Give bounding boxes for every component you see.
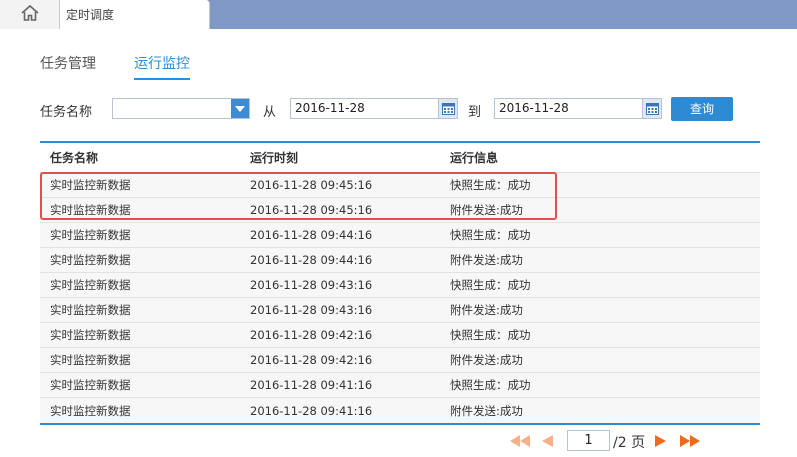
task-name-label: 任务名称 — [40, 105, 93, 120]
home-icon — [20, 4, 40, 25]
tab-run-monitor[interactable]: 运行监控 — [134, 54, 190, 80]
task-name-select[interactable] — [112, 98, 250, 119]
cell-run-info: 附件发送:成功 — [450, 403, 523, 418]
cell-task-name: 实时监控新数据 — [50, 228, 131, 242]
table-row[interactable]: 实时监控新数据 2016-11-28 09:43:16 快照生成：成功 — [40, 273, 760, 298]
cell-run-time: 2016-11-28 09:44:16 — [250, 253, 373, 267]
to-date-field[interactable]: 2016-11-28 — [494, 98, 662, 119]
cell-run-time: 2016-11-28 09:43:16 — [250, 303, 373, 317]
cell-run-info: 快照生成：成功 — [450, 328, 531, 342]
first-page-icon[interactable] — [510, 432, 530, 450]
from-date-field[interactable]: 2016-11-28 — [290, 98, 458, 119]
table-row[interactable]: 实时监控新数据 2016-11-28 09:42:16 附件发送:成功 — [40, 348, 760, 373]
cell-task-name: 实时监控新数据 — [50, 378, 131, 392]
header-run-info[interactable]: 运行信息 — [440, 149, 760, 166]
next-page-icon[interactable] — [650, 432, 670, 450]
top-bar: 定时调度 — [0, 0, 797, 29]
cell-run-info: 附件发送:成功 — [450, 303, 523, 317]
table-row[interactable]: 实时监控新数据 2016-11-28 09:42:16 快照生成：成功 — [40, 323, 760, 348]
home-button[interactable] — [0, 0, 60, 29]
cell-task-name: 实时监控新数据 — [50, 278, 131, 292]
cell-run-info: 快照生成：成功 — [450, 278, 531, 292]
from-label: 从 — [263, 105, 277, 120]
prev-page-icon[interactable] — [537, 432, 557, 450]
table-row[interactable]: 实时监控新数据 2016-11-28 09:44:16 快照生成：成功 — [40, 223, 760, 248]
chevron-down-icon[interactable] — [231, 99, 249, 118]
page-number-input[interactable]: 1 — [567, 430, 610, 451]
cell-run-time: 2016-11-28 09:42:16 — [250, 328, 373, 342]
cell-task-name: 实时监控新数据 — [50, 303, 131, 317]
cell-run-info: 附件发送:成功 — [450, 253, 523, 267]
to-date-value: 2016-11-28 — [499, 101, 569, 115]
page-total: /2 页 — [613, 435, 646, 451]
cell-run-time: 2016-11-28 09:41:16 — [250, 378, 373, 392]
last-page-icon[interactable] — [680, 432, 700, 450]
cell-task-name: 实时监控新数据 — [50, 353, 131, 367]
cell-run-info: 附件发送:成功 — [450, 353, 523, 367]
from-date-value: 2016-11-28 — [295, 101, 365, 115]
pagination: 1 /2 页 — [510, 430, 730, 452]
table-row[interactable]: 实时监控新数据 2016-11-28 09:41:16 快照生成：成功 — [40, 373, 760, 398]
table-row[interactable]: 实时监控新数据 2016-11-28 09:44:16 附件发送:成功 — [40, 248, 760, 273]
table-header: 任务名称 运行时刻 运行信息 — [40, 143, 760, 173]
subtab-bar: 任务管理 运行监控 — [40, 54, 228, 80]
highlight-box — [40, 172, 557, 220]
tab-title: 定时调度 — [66, 8, 115, 22]
to-label: 到 — [468, 105, 482, 120]
cell-run-time: 2016-11-28 09:41:16 — [250, 403, 373, 418]
cell-task-name: 实时监控新数据 — [50, 328, 131, 342]
calendar-icon[interactable] — [642, 99, 661, 118]
cell-run-info: 快照生成：成功 — [450, 228, 531, 242]
cell-run-time: 2016-11-28 09:43:16 — [250, 278, 373, 292]
filter-bar: 任务名称 从 2016-11-28 到 2016-11-28 查询 — [40, 97, 780, 121]
table-row[interactable]: 实时监控新数据 2016-11-28 09:41:16 附件发送:成功 — [40, 398, 760, 423]
cell-run-time: 2016-11-28 09:44:16 — [250, 228, 373, 242]
cell-task-name: 实时监控新数据 — [50, 253, 131, 267]
query-button[interactable]: 查询 — [671, 97, 733, 121]
cell-task-name: 实时监控新数据 — [50, 403, 131, 418]
table-row[interactable]: 实时监控新数据 2016-11-28 09:43:16 附件发送:成功 — [40, 298, 760, 323]
header-run-time[interactable]: 运行时刻 — [240, 149, 440, 166]
header-task-name[interactable]: 任务名称 — [40, 149, 240, 166]
tab-scheduled-dispatch[interactable]: 定时调度 — [60, 0, 210, 29]
tab-task-management[interactable]: 任务管理 — [40, 54, 96, 80]
cell-run-info: 快照生成：成功 — [450, 378, 531, 392]
cell-run-time: 2016-11-28 09:42:16 — [250, 353, 373, 367]
calendar-icon[interactable] — [438, 99, 457, 118]
